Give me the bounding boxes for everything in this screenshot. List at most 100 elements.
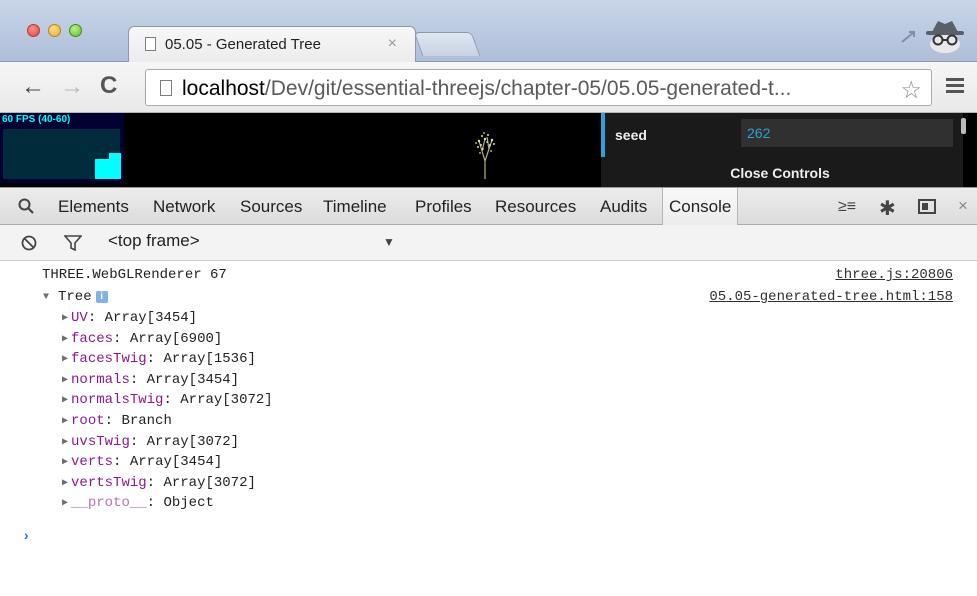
tab-title: 05.05 - Generated Tree xyxy=(165,36,321,53)
window-minimize-button[interactable] xyxy=(48,24,61,37)
property-value: Array[1536] xyxy=(163,351,256,368)
tab-elements[interactable]: Elements xyxy=(58,188,129,225)
fullscreen-icon[interactable] xyxy=(900,30,916,44)
property-separator: : xyxy=(113,330,130,347)
log-source-link[interactable]: three.js:20806 xyxy=(835,267,953,283)
browser-toolbar: ← → C localhost/Dev/git/essential-threej… xyxy=(0,62,977,113)
gui-scrollbar[interactable] xyxy=(961,118,966,134)
collapsed-caret-icon[interactable]: ▶ xyxy=(62,334,68,345)
property-separator: : xyxy=(146,495,164,512)
collapsed-caret-icon[interactable]: ▶ xyxy=(62,437,68,448)
tab-sources[interactable]: Sources xyxy=(240,188,302,225)
object-property-row[interactable]: ▶ normals: Array[3454] xyxy=(62,372,239,388)
property-separator: : xyxy=(163,392,181,409)
property-key: verts xyxy=(71,454,114,471)
property-value: Array[3072] xyxy=(180,392,273,409)
collapsed-caret-icon[interactable]: ▶ xyxy=(62,354,68,365)
info-icon[interactable]: i xyxy=(95,291,108,303)
collapsed-caret-icon[interactable]: ▶ xyxy=(62,416,68,427)
object-property-row[interactable]: ▶ root: Branch xyxy=(62,413,172,429)
devtools-tab-bar: Elements Network Sources Timeline Profil… xyxy=(0,187,977,225)
tab-timeline[interactable]: Timeline xyxy=(323,188,387,225)
browser-tab-active[interactable]: 05.05 - Generated Tree × xyxy=(128,26,416,63)
generated-tree-render xyxy=(475,132,495,179)
property-value: Array[3072] xyxy=(146,433,240,450)
property-key: UV xyxy=(71,310,88,326)
property-value: Array[3454] xyxy=(129,454,223,471)
property-separator: : xyxy=(113,454,130,471)
page-icon xyxy=(145,37,156,51)
property-key: vertsTwig xyxy=(71,474,147,491)
window-zoom-button[interactable] xyxy=(69,24,82,37)
collapsed-caret-icon[interactable]: ▶ xyxy=(62,478,68,489)
collapsed-caret-icon[interactable]: ▶ xyxy=(62,375,68,386)
seed-input[interactable]: 262 xyxy=(741,119,953,147)
filter-icon[interactable] xyxy=(64,235,82,251)
menu-icon[interactable] xyxy=(946,78,964,94)
gear-icon[interactable]: ✱ xyxy=(879,196,896,221)
close-devtools-icon[interactable]: × xyxy=(958,196,968,216)
property-key: uvsTwig xyxy=(71,433,130,450)
tab-profiles[interactable]: Profiles xyxy=(415,188,472,225)
object-tree-root[interactable]: Tree i xyxy=(58,289,108,305)
close-controls-button[interactable]: Close Controls xyxy=(601,160,959,187)
tab-network[interactable]: Network xyxy=(153,188,215,225)
tab-close-icon[interactable]: × xyxy=(388,35,397,53)
page-icon xyxy=(160,80,172,96)
property-value: Object xyxy=(163,495,214,512)
property-key: facesTwig xyxy=(71,351,147,368)
console-output[interactable]: THREE.WebGLRenderer 67 three.js:20806 ▼ … xyxy=(0,261,977,596)
clear-console-icon[interactable] xyxy=(21,235,37,251)
dat-gui-panel: seed 262 Close Controls xyxy=(601,113,963,187)
dock-side-icon[interactable] xyxy=(918,199,936,214)
tab-audits[interactable]: Audits xyxy=(600,188,647,225)
property-value: Array[3454] xyxy=(146,371,240,388)
fps-graph xyxy=(3,129,121,179)
fps-graph-bar-top xyxy=(109,153,121,159)
object-property-row[interactable]: ▶ vertsTwig: Array[3072] xyxy=(62,475,256,491)
back-button[interactable]: ← xyxy=(21,74,45,100)
new-tab-button[interactable] xyxy=(413,32,481,56)
url-host: localhost xyxy=(182,77,265,100)
property-separator: : xyxy=(146,474,164,491)
console-prompt[interactable]: › xyxy=(22,529,30,545)
object-property-row[interactable]: ▶ verts: Array[3454] xyxy=(62,454,222,470)
collapsed-caret-icon[interactable]: ▶ xyxy=(62,457,68,468)
property-key: normals xyxy=(71,371,130,388)
tab-resources[interactable]: Resources xyxy=(495,188,576,225)
inspect-search-icon[interactable] xyxy=(18,198,34,214)
object-property-row[interactable]: ▶ facesTwig: Array[1536] xyxy=(62,351,256,367)
chevron-down-icon[interactable]: ▼ xyxy=(383,235,395,249)
property-key: root xyxy=(71,413,105,429)
address-bar[interactable]: localhost/Dev/git/essential-threejs/chap… xyxy=(145,69,932,106)
frame-selector[interactable]: <top frame> xyxy=(108,231,200,251)
window-close-button[interactable] xyxy=(27,24,40,37)
seed-control-row: seed 262 xyxy=(601,113,959,157)
forward-button[interactable]: → xyxy=(60,74,84,100)
property-key: normalsTwig xyxy=(71,392,164,409)
url-path: /Dev/git/essential-threejs/chapter-05/05… xyxy=(264,77,792,100)
incognito-icon xyxy=(926,21,964,53)
object-property-row[interactable]: ▶ faces: Array[6900] xyxy=(62,331,222,347)
url-text[interactable]: localhost/Dev/git/essential-threejs/chap… xyxy=(182,77,882,101)
object-name: Tree xyxy=(58,289,92,305)
bookmark-star-icon[interactable]: ☆ xyxy=(900,76,922,105)
fps-label: 60 FPS (40-60) xyxy=(2,114,71,125)
object-property-row[interactable]: ▶ uvsTwig: Array[3072] xyxy=(62,434,239,450)
show-drawer-icon[interactable]: ≥≡ xyxy=(838,198,856,216)
collapsed-caret-icon[interactable]: ▶ xyxy=(62,395,68,406)
expanded-caret-icon[interactable]: ▼ xyxy=(43,292,49,303)
reload-button[interactable]: C xyxy=(100,73,117,99)
fps-stats-panel[interactable]: 60 FPS (40-60) xyxy=(0,113,124,183)
collapsed-caret-icon[interactable]: ▶ xyxy=(62,313,68,324)
tab-console[interactable]: Console xyxy=(662,188,739,225)
collapsed-caret-icon[interactable]: ▶ xyxy=(62,498,68,509)
object-property-row[interactable]: ▶ UV: Array[3454] xyxy=(62,310,197,326)
property-separator: : xyxy=(129,371,147,388)
object-property-row[interactable]: ▶ __proto__: Object xyxy=(62,495,214,511)
log-source-link[interactable]: 05.05-generated-tree.html:158 xyxy=(709,289,953,305)
seed-label: seed xyxy=(615,127,647,143)
webgl-viewport[interactable]: 60 FPS (40-60) seed 262 Close Controls xyxy=(0,113,977,187)
log-message: THREE.WebGLRenderer 67 xyxy=(42,267,227,283)
object-property-row[interactable]: ▶ normalsTwig: Array[3072] xyxy=(62,392,273,408)
